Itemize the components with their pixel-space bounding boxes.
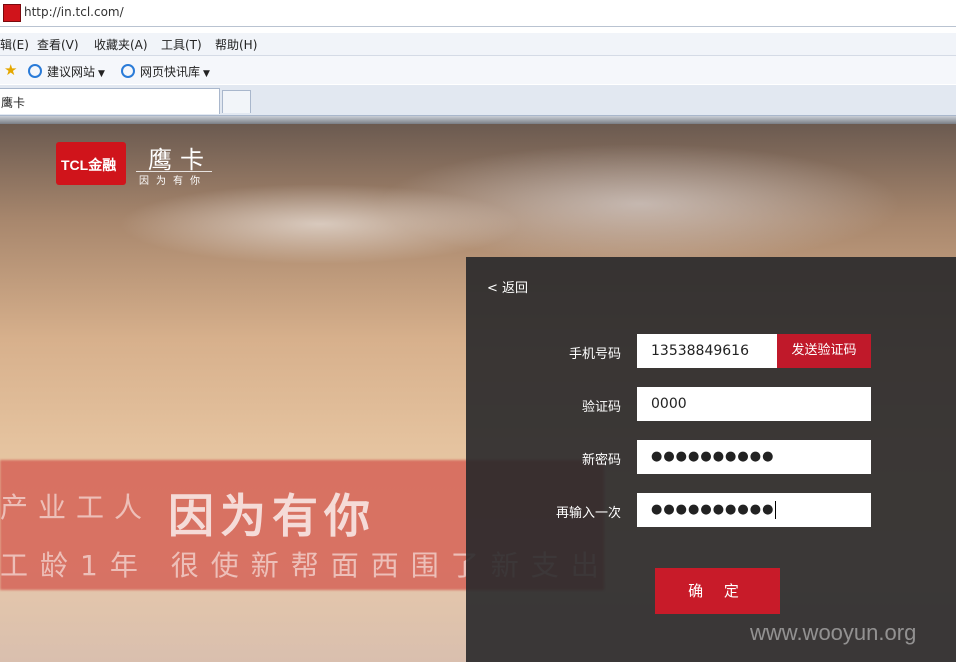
menu-help[interactable]: 帮助(H)	[215, 36, 257, 53]
reset-password-panel: < 返回 手机号码 13538849616 发送验证码 验证码 0000 新密码…	[466, 257, 956, 662]
favorite-suggested-sites[interactable]: 建议网站 ▼	[47, 63, 105, 80]
tab-bar: 鹰卡	[0, 85, 956, 116]
favorite-label: 建议网站	[47, 65, 96, 79]
repeat-password-label: 再输入一次	[555, 506, 621, 521]
url-text[interactable]: http://in.tcl.com/	[24, 5, 124, 19]
menu-view[interactable]: 查看(V)	[37, 36, 79, 53]
favorites-star-icon[interactable]: ★	[4, 62, 17, 78]
watermark: www.wooyun.org	[750, 620, 917, 645]
slogan: 因为有你	[139, 176, 207, 187]
ie-page-icon	[28, 64, 42, 78]
text-cursor	[775, 500, 777, 519]
new-password-field[interactable]: ●●●●●●●●●●	[637, 440, 871, 474]
chevron-down-icon: ▼	[98, 69, 105, 79]
chevron-down-icon: ▼	[203, 69, 210, 79]
send-code-button[interactable]: 发送验证码	[777, 334, 871, 368]
favorites-bar: ★ 建议网站 ▼ 网页快讯库 ▼	[0, 56, 956, 84]
repeat-password-field[interactable]: ●●●●●●●●●●	[637, 493, 871, 527]
new-password-label: 新密码	[581, 453, 621, 468]
tab-title: 鹰卡	[1, 96, 26, 110]
banner-headline: 因为有你	[168, 489, 376, 543]
address-bar[interactable]: http://in.tcl.com/	[0, 0, 956, 27]
confirm-button[interactable]: 确 定	[655, 568, 780, 614]
ie-page-icon	[121, 64, 135, 78]
new-tab-button[interactable]	[222, 90, 251, 113]
logo-text: TCL金融	[61, 157, 117, 173]
repeat-password-value: ●●●●●●●●●●	[651, 502, 775, 517]
product-name: 鹰卡	[148, 146, 212, 174]
menu-tools[interactable]: 工具(T)	[161, 36, 202, 53]
site-favicon-icon	[3, 4, 21, 22]
banner-line1: 产业工人	[0, 491, 153, 524]
menu-edit[interactable]: 辑(E)	[0, 36, 29, 53]
phone-label: 手机号码	[568, 347, 621, 362]
code-label: 验证码	[581, 400, 621, 415]
menu-bar: 辑(E) 查看(V) 收藏夹(A) 工具(T) 帮助(H)	[0, 33, 956, 56]
back-link[interactable]: < 返回	[487, 277, 528, 296]
page-background: 产业工人 因为有你 工龄1年 很使新帮面西围了新支出 TCL金融 鹰卡 因为有你…	[0, 124, 956, 662]
favorite-label: 网页快讯库	[140, 65, 201, 79]
phone-field[interactable]: 13538849616	[637, 334, 777, 368]
tcl-logo[interactable]: TCL金融	[56, 142, 126, 185]
code-field[interactable]: 0000	[637, 387, 871, 421]
favorite-web-slice-gallery[interactable]: 网页快讯库 ▼	[140, 63, 210, 80]
chrome-divider	[0, 116, 956, 124]
menu-favorites[interactable]: 收藏夹(A)	[94, 36, 148, 53]
tab-active[interactable]: 鹰卡	[0, 88, 220, 114]
